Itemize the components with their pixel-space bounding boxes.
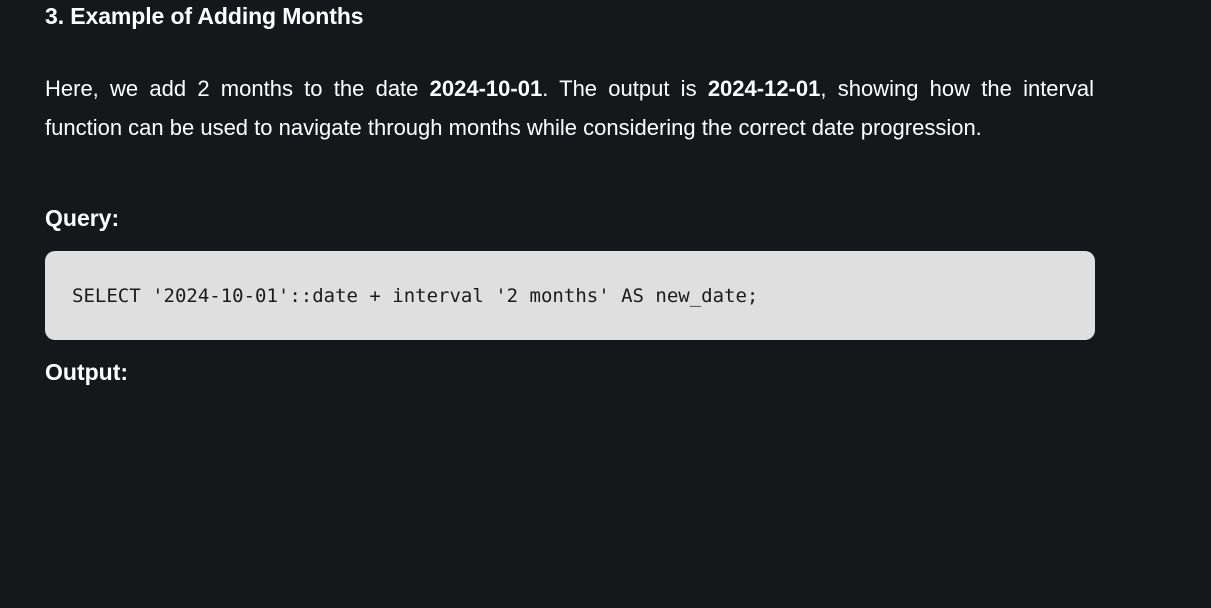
example-description: Here, we add 2 months to the date 2024-1… [45, 69, 1094, 147]
section-heading: 3. Example of Adding Months [45, 3, 364, 29]
output-label: Output: [45, 359, 129, 385]
code-block[interactable]: SELECT '2024-10-01'::date + interval '2 … [45, 251, 1095, 340]
query-label: Query: [45, 205, 120, 231]
input-date: 2024-10-01 [429, 76, 543, 101]
description-text-1: Here, we add 2 months to the date [45, 76, 430, 101]
sql-query-code[interactable]: SELECT '2024-10-01'::date + interval '2 … [72, 285, 758, 307]
description-text-2: . The output is [542, 76, 708, 101]
article-content: 3. Example of Adding Months Here, we add… [0, 0, 1211, 608]
output-date: 2024-12-01 [707, 76, 821, 101]
